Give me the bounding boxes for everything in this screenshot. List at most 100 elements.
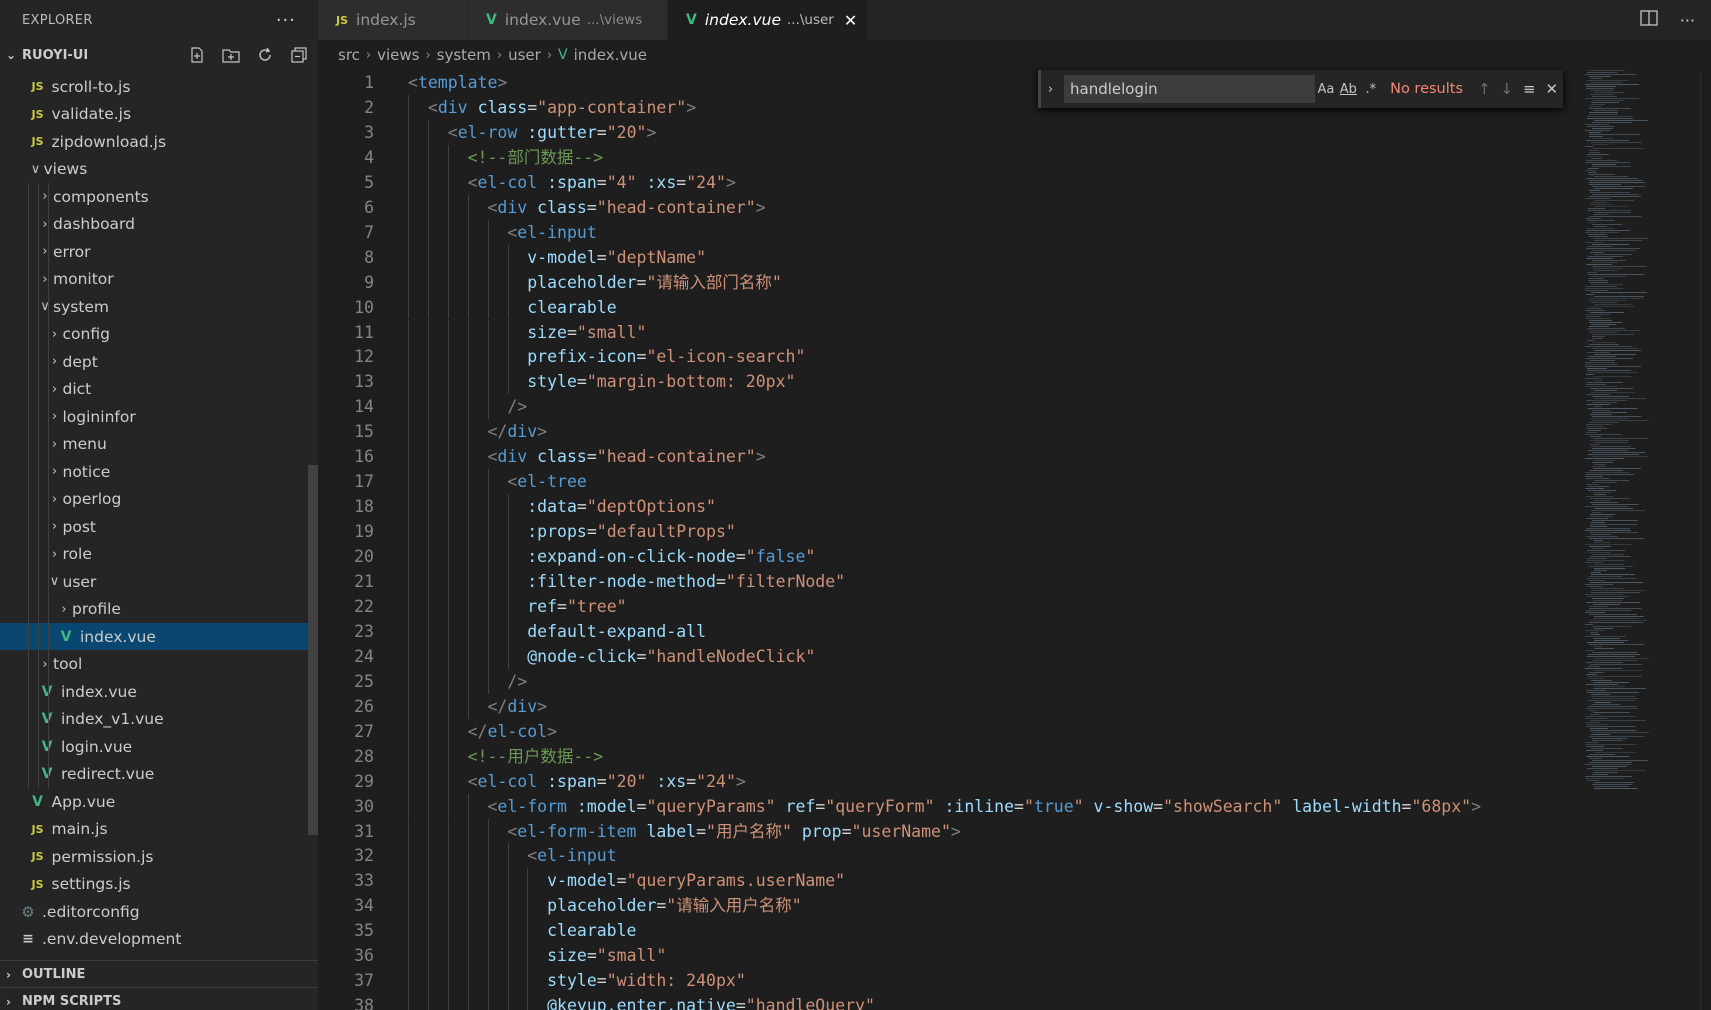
toggle-replace-icon[interactable]: › [1041, 82, 1060, 97]
indent-guide [487, 943, 489, 969]
match-whole-word-icon[interactable]: Ab [1337, 82, 1359, 97]
close-icon[interactable]: ✕ [1541, 80, 1563, 98]
tab-index-vue-views[interactable]: V index.vue ...\views [468, 0, 668, 40]
find-in-selection-icon[interactable]: ≡ [1518, 80, 1540, 98]
indent-guide [427, 194, 429, 220]
line-number: 24 [354, 646, 374, 666]
tree-file[interactable]: ⚙ .editorconfig [0, 898, 318, 925]
indent-guide [507, 369, 509, 395]
minimap-line [1594, 648, 1614, 649]
minimap-line [1592, 420, 1649, 421]
tree-item-label: index_v1.vue [61, 710, 164, 728]
minimap-line [1586, 318, 1610, 319]
close-icon[interactable]: ✕ [844, 11, 857, 30]
tree-file[interactable]: JS zipdownload.js [0, 128, 318, 155]
tree-file[interactable]: JS permission.js [0, 843, 318, 870]
tree-file[interactable]: JS main.js [0, 816, 318, 843]
indent-guide [487, 643, 489, 669]
minimap-line [1590, 632, 1598, 633]
minimap-line [1586, 478, 1609, 479]
tree-file[interactable]: ≡ .env.development [0, 926, 318, 953]
indent-guide [447, 319, 449, 345]
breadcrumb-item[interactable]: index.vue [574, 46, 647, 64]
code-token: " [805, 547, 816, 567]
tree-file[interactable]: JS validate.js [0, 101, 318, 128]
tab-description: ...\user [786, 12, 834, 28]
indent-guide [487, 394, 489, 420]
indent-guide [527, 893, 529, 919]
indent-guide [408, 519, 409, 545]
tab-index-js[interactable]: JS index.js [318, 0, 468, 40]
previous-match-icon[interactable]: ↑ [1473, 80, 1495, 98]
code-token: "filterNode" [725, 572, 846, 591]
match-case-icon[interactable]: Aa [1315, 82, 1337, 97]
minimap-line [1586, 690, 1606, 691]
minimap-line [1592, 416, 1641, 417]
find-input[interactable] [1064, 75, 1315, 103]
outline-section[interactable]: › OUTLINE [0, 960, 318, 988]
tree-file[interactable]: JS settings.js [0, 871, 318, 898]
tree-file[interactable]: JS scroll-to.js [0, 73, 318, 100]
tree-file[interactable]: V App.vue [0, 788, 318, 815]
minimap-line [1592, 456, 1648, 457]
minimap-line [1592, 738, 1627, 739]
code-line: 16 <div class="head-container"> [318, 444, 1583, 469]
breadcrumb-item[interactable]: user [508, 46, 541, 64]
text-file-icon: ≡ [22, 931, 34, 947]
minimap[interactable] [1583, 70, 1701, 1010]
use-regex-icon[interactable]: .* [1360, 82, 1382, 97]
next-match-icon[interactable]: ↓ [1496, 80, 1518, 98]
indent-guide [427, 843, 429, 869]
indent-guide [427, 818, 429, 844]
tree-folder[interactable]: ∨ views [0, 156, 318, 183]
breadcrumb-item[interactable]: views [377, 46, 419, 64]
code-token: = [1014, 796, 1024, 816]
refresh-icon[interactable] [254, 44, 276, 66]
indent-guide [467, 319, 469, 345]
indent-guide [447, 219, 449, 245]
indent-guide [408, 544, 409, 569]
code-line: 3 <el-row :gutter="20"> [318, 120, 1583, 145]
split-editor-icon[interactable] [1640, 10, 1658, 30]
code-token: div [507, 422, 538, 442]
tree-item-label: scroll-to.js [51, 77, 131, 96]
overview-ruler[interactable] [1700, 70, 1711, 1010]
minimap-line [1589, 150, 1599, 151]
indent-guide [447, 244, 449, 270]
project-header[interactable]: ⌄ RUOYI-UI [0, 40, 318, 70]
minimap-line [1589, 76, 1611, 77]
npm-scripts-section[interactable]: › NPM SCRIPTS [0, 987, 318, 1010]
new-folder-icon[interactable] [220, 44, 242, 66]
code-token: el-input [537, 846, 617, 866]
code-token: "24" [686, 172, 726, 192]
tab-index-vue-user[interactable]: V index.vue ...\user ✕ [668, 0, 868, 40]
minimap-line [1585, 170, 1596, 171]
minimap-line [1589, 470, 1623, 471]
minimap-line [1586, 724, 1609, 725]
code-text: <el-tree [408, 469, 586, 494]
indent-guide [527, 993, 529, 1010]
line-number: 18 [354, 497, 374, 517]
indent-guide [427, 868, 429, 894]
collapse-all-icon[interactable] [288, 44, 310, 66]
minimap-line [1589, 180, 1642, 181]
new-file-icon[interactable] [186, 44, 208, 66]
breadcrumb-item[interactable]: system [437, 46, 491, 64]
indent-guide [447, 593, 449, 619]
code-editor[interactable]: 1 <template> 2 <div class="app-container">… [318, 70, 1583, 1010]
sidebar-scrollbar[interactable] [308, 465, 318, 835]
minimap-line [1588, 576, 1622, 577]
tab-description: ...\views [586, 12, 643, 28]
minimap-line [1586, 662, 1623, 663]
project-name: RUOYI-UI [22, 47, 89, 63]
breadcrumb-item[interactable]: src [338, 46, 360, 64]
more-actions-icon[interactable]: ··· [1680, 11, 1695, 30]
minimap-line [1587, 220, 1615, 221]
code-token: = [815, 796, 826, 816]
minimap-line [1585, 624, 1593, 625]
more-actions-icon[interactable]: ··· [276, 10, 296, 31]
code-token: div [437, 97, 468, 117]
code-token: "handleQuery" [745, 996, 875, 1010]
